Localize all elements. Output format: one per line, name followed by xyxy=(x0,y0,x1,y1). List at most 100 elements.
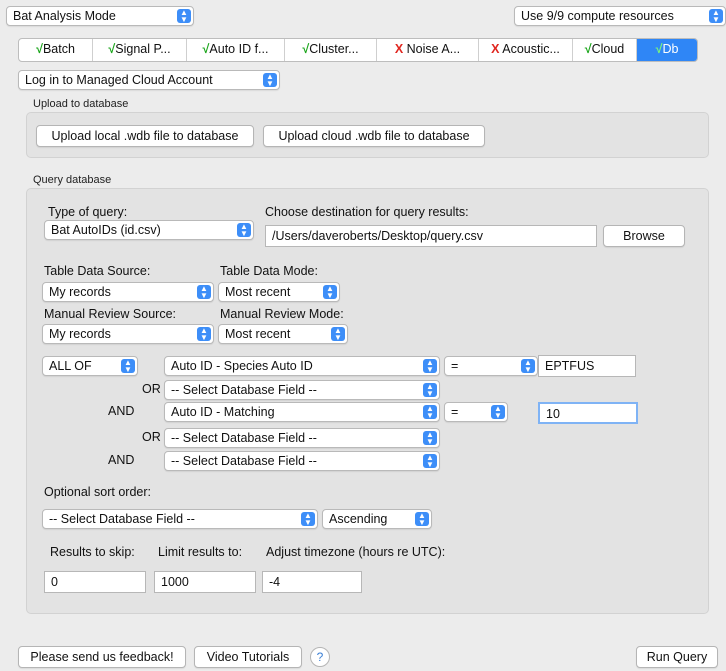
condition-1-field-select[interactable]: Auto ID - Species Auto ID ▲ ▼ xyxy=(164,356,440,376)
chevron-updown-icon: ▲ ▼ xyxy=(423,405,437,420)
condition-3-value-field[interactable]: 10 xyxy=(538,402,638,424)
chevron-updown-icon: ▲ ▼ xyxy=(423,383,437,398)
video-tutorials-button[interactable]: Video Tutorials xyxy=(194,646,302,668)
browse-button[interactable]: Browse xyxy=(603,225,685,247)
review-mode-select[interactable]: Most recent ▲ ▼ xyxy=(218,324,348,344)
query-group-title: Query database xyxy=(33,174,112,186)
condition-field-value: -- Select Database Field -- xyxy=(171,431,317,445)
query-type-value: Bat AutoIDs (id.csv) xyxy=(51,223,161,237)
chevron-updown-icon: ▲ ▼ xyxy=(331,327,345,342)
mode-select-value: Bat Analysis Mode xyxy=(13,9,116,23)
sort-direction-select[interactable]: Ascending ▲ ▼ xyxy=(322,509,432,529)
chevron-updown-icon: ▲ ▼ xyxy=(423,359,437,374)
x-icon: X xyxy=(394,42,404,56)
chevron-updown-icon: ▲ ▼ xyxy=(197,285,211,300)
match-mode-select[interactable]: ALL OF ▲ ▼ xyxy=(42,356,138,376)
check-icon: √ xyxy=(36,42,43,56)
tab-cluster[interactable]: √Cluster... xyxy=(285,39,377,61)
tab-label: Acoustic... xyxy=(502,42,560,56)
query-type-select[interactable]: Bat AutoIDs (id.csv) ▲ ▼ xyxy=(44,220,254,240)
compute-resources-select[interactable]: Use 9/9 compute resources ▲ ▼ xyxy=(514,6,726,26)
table-mode-select[interactable]: Most recent ▲ ▼ xyxy=(218,282,340,302)
tab-noise-analysis[interactable]: X Noise A... xyxy=(377,39,479,61)
sort-direction-value: Ascending xyxy=(329,512,388,526)
condition-field-value: -- Select Database Field -- xyxy=(171,454,317,468)
chevron-updown-icon: ▲ ▼ xyxy=(237,223,251,238)
tab-cloud[interactable]: √Cloud xyxy=(573,39,637,61)
table-source-select[interactable]: My records ▲ ▼ xyxy=(42,282,214,302)
cloud-login-select[interactable]: Log in to Managed Cloud Account ▲ ▼ xyxy=(18,70,280,90)
tab-batch[interactable]: √Batch xyxy=(19,39,93,61)
run-query-button[interactable]: Run Query xyxy=(636,646,718,668)
chevron-updown-icon: ▲ ▼ xyxy=(415,512,429,527)
condition-1-value-field[interactable]: EPTFUS xyxy=(538,355,636,377)
chevron-updown-icon: ▲ ▼ xyxy=(301,512,315,527)
condition-operator-value: = xyxy=(451,359,459,373)
condition-1-operator-select[interactable]: = ▲ ▼ xyxy=(444,356,538,376)
tab-db[interactable]: √Db xyxy=(637,39,697,61)
upload-group-title: Upload to database xyxy=(33,98,129,110)
condition-operator-value: = xyxy=(451,405,459,419)
query-type-label: Type of query: xyxy=(48,205,128,219)
login-select-value: Log in to Managed Cloud Account xyxy=(25,73,213,87)
condition-3-operator-select[interactable]: = ▲ ▼ xyxy=(444,402,508,422)
tab-auto-id[interactable]: √Auto ID f... xyxy=(187,39,285,61)
table-mode-value: Most recent xyxy=(225,285,291,299)
condition-3-field-select[interactable]: Auto ID - Matching ▲ ▼ xyxy=(164,402,440,422)
check-icon: √ xyxy=(584,42,592,56)
chevron-updown-icon: ▲ ▼ xyxy=(709,9,723,24)
condition-field-value: Auto ID - Matching xyxy=(171,405,275,419)
limit-field[interactable]: 1000 xyxy=(154,571,256,593)
chevron-updown-icon: ▲ ▼ xyxy=(423,431,437,446)
match-mode-value: ALL OF xyxy=(49,359,92,373)
condition-field-value: Auto ID - Species Auto ID xyxy=(171,359,313,373)
tab-label: Signal P... xyxy=(115,42,171,56)
x-icon: X xyxy=(491,42,500,56)
chevron-updown-icon: ▲ ▼ xyxy=(423,454,437,469)
chevron-updown-icon: ▲ ▼ xyxy=(177,9,191,24)
tab-label: Batch xyxy=(42,42,75,56)
chevron-updown-icon: ▲ ▼ xyxy=(263,73,277,88)
sort-field-select[interactable]: -- Select Database Field -- ▲ ▼ xyxy=(42,509,318,529)
review-mode-value: Most recent xyxy=(225,327,291,341)
condition-5-conjunction: AND xyxy=(108,453,135,467)
condition-4-conjunction: OR xyxy=(142,430,161,444)
tab-label: Noise A... xyxy=(406,42,461,56)
skip-label: Results to skip: xyxy=(50,545,135,559)
chevron-updown-icon: ▲ ▼ xyxy=(121,359,135,374)
condition-5-field-select[interactable]: -- Select Database Field -- ▲ ▼ xyxy=(164,451,440,471)
help-icon[interactable]: ? xyxy=(310,647,330,667)
sort-field-value: -- Select Database Field -- xyxy=(49,512,195,526)
condition-2-field-select[interactable]: -- Select Database Field -- ▲ ▼ xyxy=(164,380,440,400)
chevron-updown-icon: ▲ ▼ xyxy=(521,359,535,374)
tab-label: Cluster... xyxy=(309,42,359,56)
sort-order-label: Optional sort order: xyxy=(44,485,151,499)
timezone-field[interactable]: -4 xyxy=(262,571,362,593)
mode-select[interactable]: Bat Analysis Mode ▲ ▼ xyxy=(6,6,194,26)
tab-bar: √Batch √Signal P... √Auto ID f... √Clust… xyxy=(18,38,698,62)
review-mode-label: Manual Review Mode: xyxy=(220,307,344,321)
table-mode-label: Table Data Mode: xyxy=(220,264,318,278)
chevron-updown-icon: ▲ ▼ xyxy=(491,405,505,420)
timezone-label: Adjust timezone (hours re UTC): xyxy=(266,545,446,559)
condition-4-field-select[interactable]: -- Select Database Field -- ▲ ▼ xyxy=(164,428,440,448)
chevron-updown-icon: ▲ ▼ xyxy=(197,327,211,342)
chevron-updown-icon: ▲ ▼ xyxy=(323,285,337,300)
condition-2-conjunction: OR xyxy=(142,382,161,396)
review-source-value: My records xyxy=(49,327,111,341)
tab-signal-processing[interactable]: √Signal P... xyxy=(93,39,187,61)
limit-label: Limit results to: xyxy=(158,545,243,559)
destination-path-field[interactable]: /Users/daveroberts/Desktop/query.csv xyxy=(265,225,597,247)
skip-field[interactable]: 0 xyxy=(44,571,146,593)
feedback-button[interactable]: Please send us feedback! xyxy=(18,646,186,668)
review-source-label: Manual Review Source: xyxy=(44,307,177,321)
upload-local-button[interactable]: Upload local .wdb file to database xyxy=(36,125,254,147)
tab-label: Db xyxy=(662,42,679,56)
tab-acoustic[interactable]: X Acoustic... xyxy=(479,39,573,61)
table-source-label: Table Data Source: xyxy=(44,264,151,278)
review-source-select[interactable]: My records ▲ ▼ xyxy=(42,324,214,344)
upload-cloud-button[interactable]: Upload cloud .wdb file to database xyxy=(263,125,485,147)
destination-label: Choose destination for query results: xyxy=(265,205,469,219)
tab-label: Auto ID f... xyxy=(209,42,269,56)
compute-select-value: Use 9/9 compute resources xyxy=(521,9,674,23)
